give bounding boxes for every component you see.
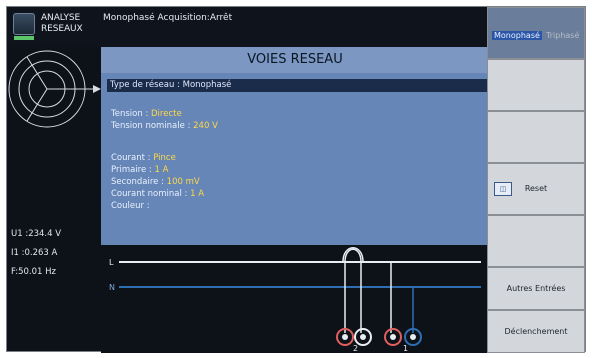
app-title-line1: ANALYSE bbox=[41, 13, 81, 23]
current-label: Courant : bbox=[111, 153, 151, 163]
app-title: ANALYSE RESEAUX bbox=[41, 13, 83, 35]
voltage-row[interactable]: Tension : Directe bbox=[111, 109, 182, 120]
reset-label: Reset bbox=[524, 184, 548, 193]
left-panel: U1 :234.4 V I1 :0.263 A F:50.01 Hz bbox=[7, 47, 101, 277]
nominal-current-label: Courant nominal : bbox=[111, 189, 188, 199]
autres-entrees-label: Autres Entrées bbox=[506, 284, 566, 293]
u1-reading: U1 :234.4 V bbox=[11, 229, 62, 239]
color-row[interactable]: Couleur : bbox=[111, 201, 150, 212]
triphase-label: Triphasé bbox=[546, 31, 580, 40]
panel-title: VOIES RESEAU bbox=[101, 47, 489, 73]
neutral-line-label: N bbox=[109, 283, 115, 292]
monophase-button[interactable]: Monophasé Triphasé bbox=[487, 7, 585, 59]
network-config-panel: VOIES RESEAU Type de réseau : Monophasé … bbox=[101, 47, 489, 245]
instrument-screen: ANALYSE RESEAUX Monophasé Acquisition:Ar… bbox=[6, 6, 586, 353]
nominal-voltage-value: 240 V bbox=[193, 121, 218, 131]
app-title-line2: RESEAUX bbox=[41, 24, 83, 34]
current-value: Pince bbox=[153, 153, 176, 163]
primary-value: 1 A bbox=[154, 165, 169, 175]
vector-circles-icon bbox=[8, 50, 101, 128]
ct-label-1: 1 bbox=[403, 344, 408, 353]
nominal-current-value: 1 A bbox=[190, 189, 205, 199]
phase-line-label: L bbox=[109, 258, 114, 267]
primary-row[interactable]: Primaire : 1 A bbox=[111, 165, 168, 176]
monophase-label: Monophasé bbox=[492, 31, 542, 40]
measurements: U1 :234.4 V I1 :0.263 A F:50.01 Hz bbox=[11, 225, 61, 282]
autres-entrees-button[interactable]: Autres Entrées bbox=[487, 267, 585, 310]
current-row[interactable]: Courant : Pince bbox=[111, 153, 176, 164]
menu-slot-3[interactable] bbox=[487, 111, 585, 163]
network-type-row[interactable]: Type de réseau : Monophasé bbox=[107, 79, 487, 92]
menu-slot-2[interactable] bbox=[487, 59, 585, 111]
ct-label-2: 2 bbox=[353, 344, 358, 353]
declenchement-label: Déclenchement bbox=[504, 327, 568, 336]
nominal-current-row[interactable]: Courant nominal : 1 A bbox=[111, 189, 204, 200]
nominal-voltage-label: Tension nominale : bbox=[111, 121, 191, 131]
color-label: Couleur : bbox=[111, 201, 150, 211]
nominal-voltage-row[interactable]: Tension nominale : 240 V bbox=[111, 121, 218, 132]
reset-button[interactable]: ◫ Reset bbox=[487, 163, 585, 215]
voltage-label: Tension : bbox=[111, 109, 149, 119]
top-bar: ANALYSE RESEAUX Monophasé Acquisition:Ar… bbox=[7, 7, 489, 47]
wiring-diagram: L N 2 1 bbox=[101, 245, 489, 353]
secondary-label: Secondaire : bbox=[111, 177, 164, 187]
declenchement-button[interactable]: Déclenchement bbox=[487, 310, 585, 353]
secondary-value: 100 mV bbox=[166, 177, 200, 187]
menu-slot-5[interactable] bbox=[487, 215, 585, 267]
acquisition-status: Monophasé Acquisition:Arrêt bbox=[103, 13, 233, 23]
right-menu: Monophasé Triphasé ◫ Reset Autres Entrée… bbox=[487, 7, 585, 353]
i1-reading: I1 :0.263 A bbox=[11, 248, 58, 258]
primary-label: Primaire : bbox=[111, 165, 152, 175]
frequency-reading: F:50.01 Hz bbox=[11, 267, 56, 277]
secondary-row[interactable]: Secondaire : 100 mV bbox=[111, 177, 200, 188]
analyser-app-icon[interactable] bbox=[13, 13, 35, 40]
voltage-value: Directe bbox=[151, 109, 182, 119]
